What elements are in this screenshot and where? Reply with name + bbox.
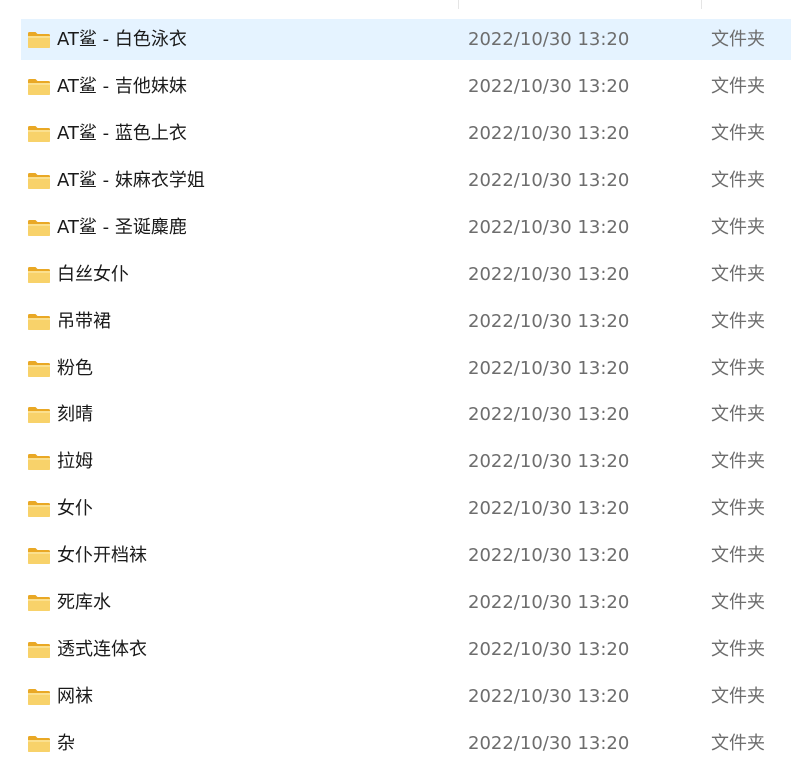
file-type: 文件夹 [711,545,765,566]
list-item[interactable]: 杂 2022/10/30 13:20 文件夹 [21,723,791,764]
list-item[interactable]: AT鲨 - 吉他妹妹 2022/10/30 13:20 文件夹 [21,66,791,107]
modified-date: 2022/10/30 13:20 [468,451,630,472]
file-name: AT鲨 - 吉他妹妹 [57,76,187,97]
folder-icon [28,79,50,95]
file-name: 白丝女仆 [57,264,129,285]
file-name: 粉色 [57,358,93,379]
modified-date: 2022/10/30 13:20 [468,29,630,50]
file-type: 文件夹 [711,358,765,379]
file-name: 拉姆 [57,451,93,472]
folder-icon [28,126,50,142]
file-name: 透式连体衣 [57,639,147,660]
modified-date: 2022/10/30 13:20 [468,498,630,519]
folder-icon [28,501,50,517]
file-name: 女仆 [57,498,93,519]
folder-icon [28,407,50,423]
modified-date: 2022/10/30 13:20 [468,639,630,660]
list-item[interactable]: 刻晴 2022/10/30 13:20 文件夹 [21,394,791,435]
folder-icon [28,736,50,752]
modified-date: 2022/10/30 13:20 [468,686,630,707]
folder-icon [28,548,50,564]
modified-date: 2022/10/30 13:20 [468,76,630,97]
column-divider-type[interactable] [701,0,702,9]
modified-date: 2022/10/30 13:20 [468,404,630,425]
modified-date: 2022/10/30 13:20 [468,123,630,144]
file-name: AT鲨 - 圣诞麋鹿 [57,217,187,238]
folder-icon [28,267,50,283]
file-name: 刻晴 [57,404,93,425]
modified-date: 2022/10/30 13:20 [468,358,630,379]
list-item[interactable]: 死库水 2022/10/30 13:20 文件夹 [21,582,791,623]
column-divider-date[interactable] [458,0,459,9]
folder-icon [28,173,50,189]
list-item[interactable]: 女仆开档袜 2022/10/30 13:20 文件夹 [21,535,791,576]
file-type: 文件夹 [711,686,765,707]
folder-icon [28,220,50,236]
file-name: 网袜 [57,686,93,707]
file-type: 文件夹 [711,264,765,285]
list-item[interactable]: 粉色 2022/10/30 13:20 文件夹 [21,348,791,389]
list-item[interactable]: AT鲨 - 妹麻衣学姐 2022/10/30 13:20 文件夹 [21,160,791,201]
modified-date: 2022/10/30 13:20 [468,733,630,754]
folder-icon [28,361,50,377]
file-name: AT鲨 - 妹麻衣学姐 [57,170,205,191]
file-name: 女仆开档袜 [57,545,147,566]
file-name: 死库水 [57,592,111,613]
file-name: 吊带裙 [57,311,111,332]
modified-date: 2022/10/30 13:20 [468,592,630,613]
modified-date: 2022/10/30 13:20 [468,545,630,566]
folder-icon [28,32,50,48]
file-type: 文件夹 [711,733,765,754]
modified-date: 2022/10/30 13:20 [468,170,630,191]
modified-date: 2022/10/30 13:20 [468,264,630,285]
file-type: 文件夹 [711,123,765,144]
list-item[interactable]: 白丝女仆 2022/10/30 13:20 文件夹 [21,254,791,295]
file-type: 文件夹 [711,76,765,97]
file-type: 文件夹 [711,451,765,472]
folder-icon [28,595,50,611]
file-type: 文件夹 [711,592,765,613]
list-item[interactable]: AT鲨 - 蓝色上衣 2022/10/30 13:20 文件夹 [21,113,791,154]
folder-icon [28,454,50,470]
folder-icon [28,642,50,658]
list-item[interactable]: 拉姆 2022/10/30 13:20 文件夹 [21,441,791,482]
file-type: 文件夹 [711,29,765,50]
file-type: 文件夹 [711,639,765,660]
file-type: 文件夹 [711,311,765,332]
list-item[interactable]: 女仆 2022/10/30 13:20 文件夹 [21,488,791,529]
list-item[interactable]: AT鲨 - 圣诞麋鹿 2022/10/30 13:20 文件夹 [21,207,791,248]
file-type: 文件夹 [711,498,765,519]
list-item[interactable]: 透式连体衣 2022/10/30 13:20 文件夹 [21,629,791,670]
folder-icon [28,689,50,705]
file-name: AT鲨 - 蓝色上衣 [57,123,187,144]
list-item[interactable]: 网袜 2022/10/30 13:20 文件夹 [21,676,791,717]
file-type: 文件夹 [711,404,765,425]
modified-date: 2022/10/30 13:20 [468,217,630,238]
modified-date: 2022/10/30 13:20 [468,311,630,332]
list-item[interactable]: 吊带裙 2022/10/30 13:20 文件夹 [21,301,791,342]
file-name: 杂 [57,733,75,754]
list-item[interactable]: AT鲨 - 白色泳衣 2022/10/30 13:20 文件夹 [21,19,791,60]
folder-icon [28,314,50,330]
file-type: 文件夹 [711,170,765,191]
file-name: AT鲨 - 白色泳衣 [57,29,187,50]
file-type: 文件夹 [711,217,765,238]
